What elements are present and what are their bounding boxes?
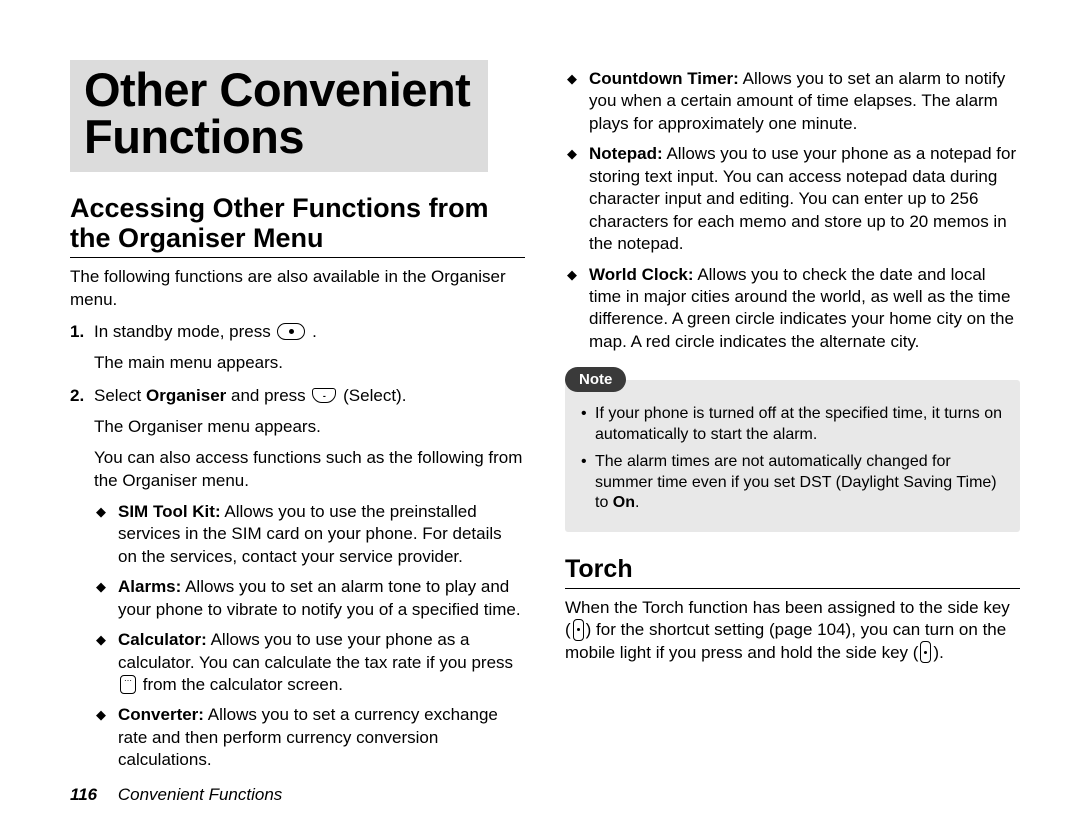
torch-title: Torch	[565, 556, 1020, 589]
options-key-icon: ⋯	[120, 675, 136, 694]
feature-countdown-timer: Countdown Timer: Allows you to set an al…	[565, 68, 1020, 135]
feature-list-right: Countdown Timer: Allows you to set an al…	[565, 68, 1020, 353]
right-column: Countdown Timer: Allows you to set an al…	[565, 60, 1020, 780]
torch-body: When the Torch function has been assigne…	[565, 597, 1020, 664]
section-accessing-title: Accessing Other Functions from the Organ…	[70, 194, 525, 258]
note-item-2: The alarm times are not automatically ch…	[579, 452, 1006, 514]
feature-alarms: Alarms: Allows you to set an alarm tone …	[94, 576, 525, 621]
note2-post: .	[635, 494, 639, 511]
feature-calculator: Calculator: Allows you to use your phone…	[94, 629, 525, 696]
step-2: 2. Select Organiser and press - (Select)…	[70, 385, 525, 780]
note-box: If your phone is turned off at the speci…	[565, 380, 1020, 532]
note2-pre: The alarm times are not automatically ch…	[595, 453, 997, 512]
feature-notepad: Notepad: Allows you to use your phone as…	[565, 143, 1020, 255]
step-2-sub2: You can also access functions such as th…	[94, 447, 525, 493]
fname: Countdown Timer:	[589, 69, 739, 88]
intro-text: The following functions are also availab…	[70, 266, 525, 311]
note2-bold: On	[613, 494, 635, 511]
chapter-title-line1: Other Convenient	[84, 63, 470, 116]
step-2-bold: Organiser	[146, 386, 226, 405]
note-list: If your phone is turned off at the speci…	[579, 404, 1006, 514]
chapter-title: Other Convenient Functions	[84, 66, 474, 160]
step-1-num: 1.	[70, 321, 94, 375]
step-2-body: Select Organiser and press - (Select). T…	[94, 385, 525, 780]
note-label: Note	[565, 367, 626, 392]
left-softkey-icon: -	[312, 388, 336, 403]
step-2-sub1: The Organiser menu appears.	[94, 416, 525, 439]
step-1-sub: The main menu appears.	[94, 352, 525, 375]
fname: Notepad:	[589, 144, 663, 163]
step-1-body: In standby mode, press . The main menu a…	[94, 321, 525, 375]
step-1-post: .	[312, 322, 317, 341]
columns: Other Convenient Functions Accessing Oth…	[70, 60, 1020, 780]
step-2-num: 2.	[70, 385, 94, 780]
page-footer: 116 Convenient Functions	[70, 785, 282, 805]
feature-sim-tool-kit: SIM Tool Kit: Allows you to use the prei…	[94, 501, 525, 568]
step-1: 1. In standby mode, press . The main men…	[70, 321, 525, 375]
footer-title: Convenient Functions	[118, 785, 282, 804]
manual-page: Other Convenient Functions Accessing Oth…	[0, 0, 1080, 831]
feature-converter: Converter: Allows you to set a currency …	[94, 704, 525, 771]
step-2-pre: Select	[94, 386, 146, 405]
chapter-title-box: Other Convenient Functions	[70, 60, 488, 172]
chapter-title-line2: Functions	[84, 110, 304, 163]
step-2-mid: and press	[226, 386, 310, 405]
page-number: 116	[70, 785, 97, 804]
fname: Calculator:	[118, 630, 207, 649]
center-key-icon	[277, 323, 305, 340]
fname: World Clock:	[589, 265, 694, 284]
torch-section: Torch When the Torch function has been a…	[565, 556, 1020, 664]
fname: Converter:	[118, 705, 204, 724]
step-1-pre: In standby mode, press	[94, 322, 275, 341]
feature-world-clock: World Clock: Allows you to check the dat…	[565, 264, 1020, 354]
feature-list-left: SIM Tool Kit: Allows you to use the prei…	[94, 501, 525, 772]
torch-post: ).	[933, 643, 943, 662]
fname: Alarms:	[118, 577, 181, 596]
fdesc-post: from the calculator screen.	[138, 675, 343, 694]
side-key-icon	[920, 641, 931, 663]
note-item-1: If your phone is turned off at the speci…	[579, 404, 1006, 446]
note-block: Note If your phone is turned off at the …	[565, 367, 1020, 532]
left-column: Other Convenient Functions Accessing Oth…	[70, 60, 525, 780]
step-2-post: (Select).	[343, 386, 406, 405]
fname: SIM Tool Kit:	[118, 502, 221, 521]
side-key-icon	[573, 619, 584, 641]
